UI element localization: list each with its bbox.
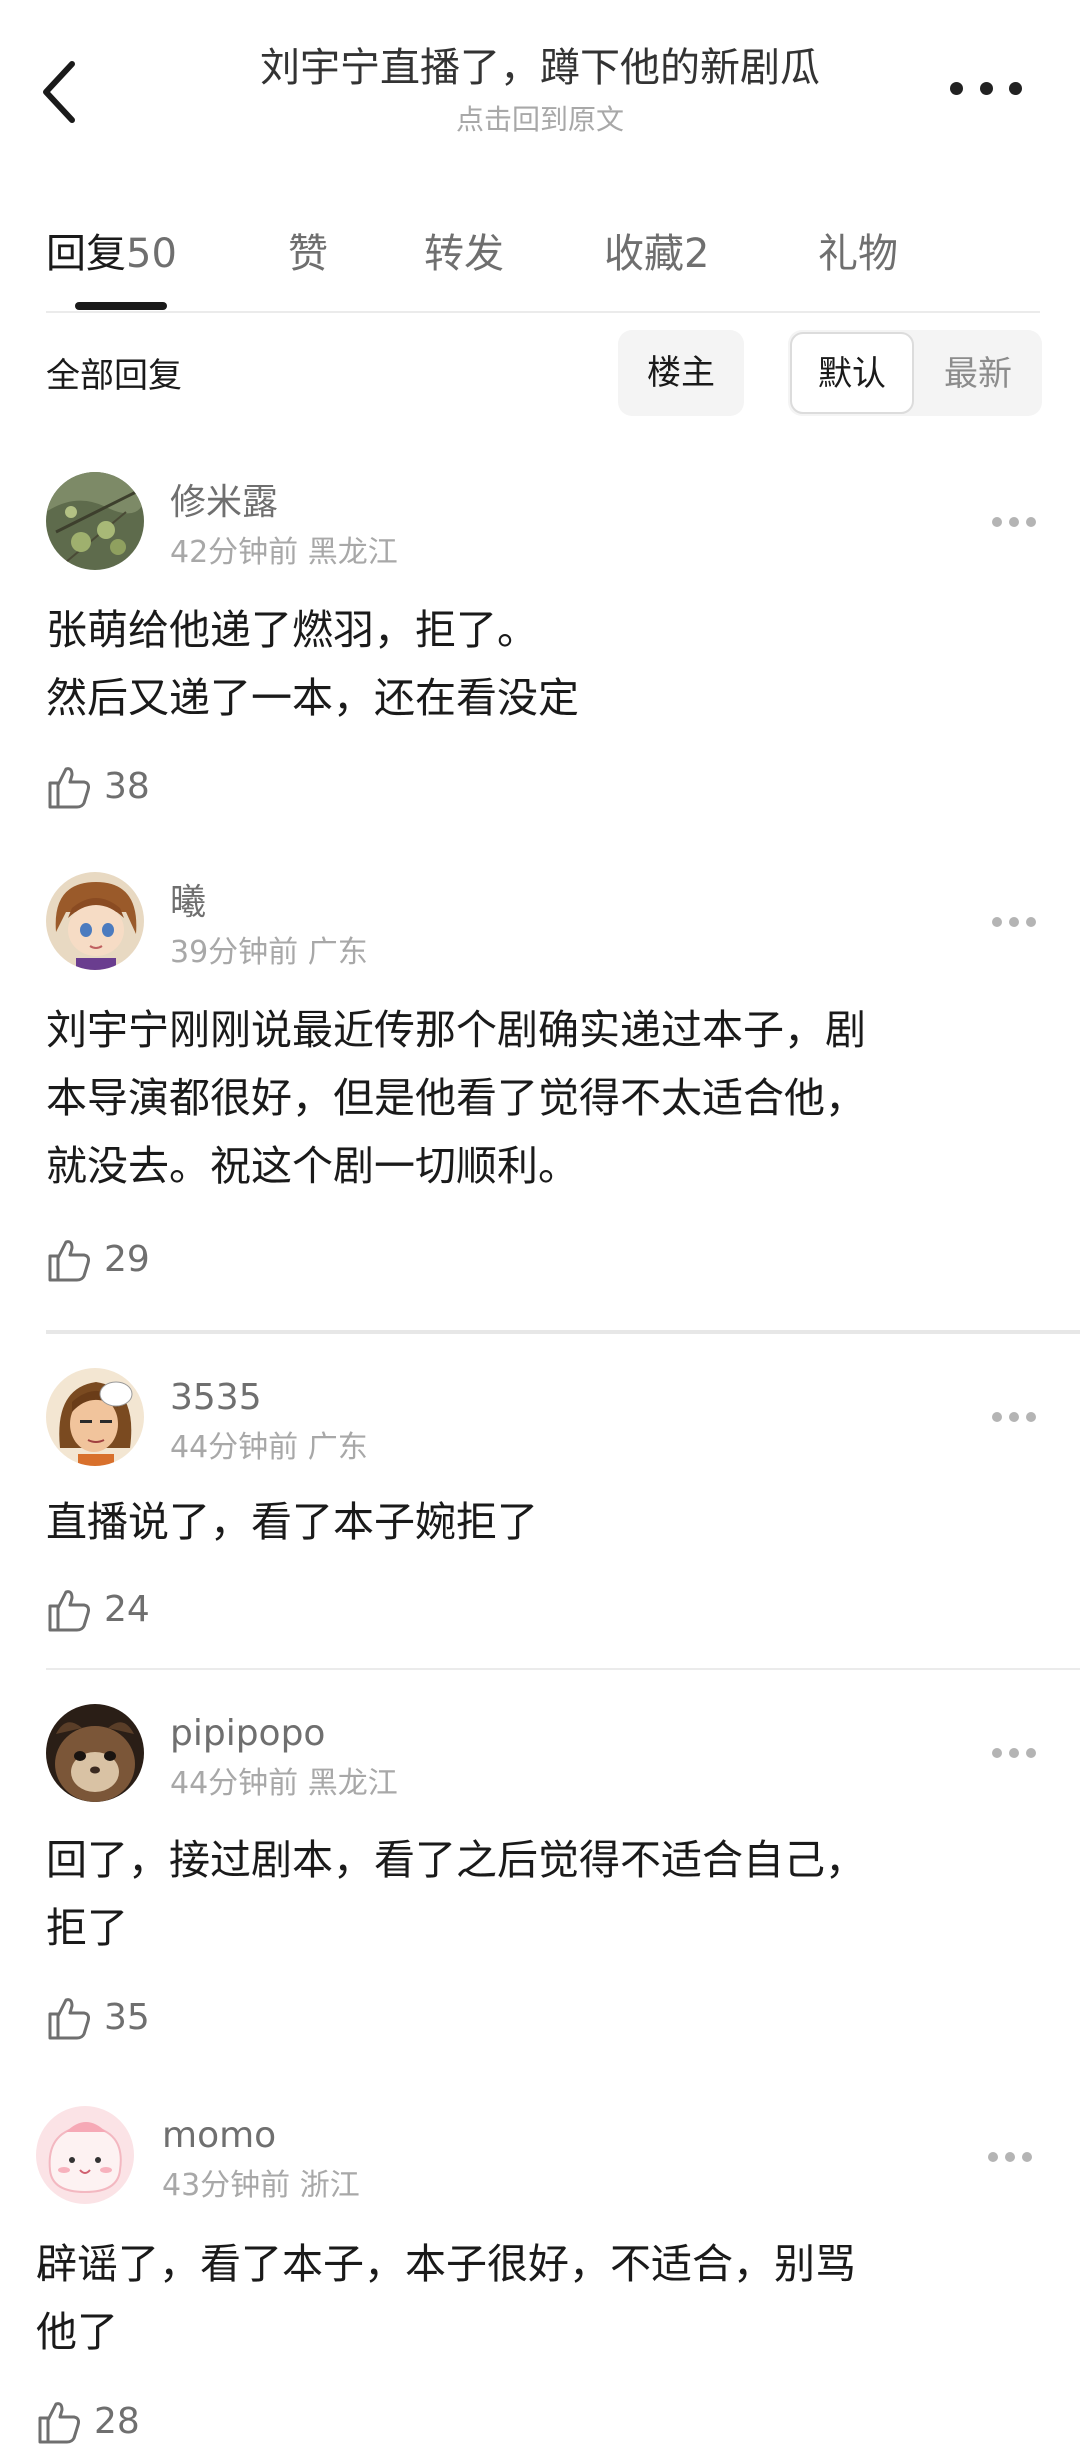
thumbs-up-icon <box>48 1998 90 2040</box>
like-button[interactable]: 35 <box>46 1988 150 2048</box>
owner-only-filter[interactable]: 楼主 <box>618 330 744 416</box>
all-replies-label: 全部回复 <box>46 356 182 396</box>
comment-line: 拒了 <box>46 1904 128 1952</box>
comment-line: 辟谣了，看了本子，本子很好，不适合，别骂 <box>36 2240 856 2288</box>
username[interactable]: 曦 <box>170 879 206 927</box>
tab-label: 赞 <box>288 231 328 277</box>
comment-text: 张萌给他递了燃羽，拒了。 然后又递了一本，还在看没定 <box>46 596 579 732</box>
tab-gifts[interactable]: 礼物 <box>818 224 898 284</box>
comment-location: 广东 <box>307 1430 368 1465</box>
comment-line: 本导演都很好，但是他看了觉得不太适合他， <box>46 1074 866 1122</box>
like-count: 28 <box>94 2401 140 2442</box>
comment-meta: 44分钟前 广东 <box>170 1428 368 1468</box>
avatar[interactable] <box>46 1704 144 1802</box>
tab-count: 50 <box>126 231 177 277</box>
like-count: 38 <box>104 766 150 807</box>
comment-time: 43分钟前 <box>162 2168 291 2203</box>
avatar[interactable] <box>46 1368 144 1466</box>
thumbs-up-icon <box>48 767 90 809</box>
comment-location: 广东 <box>307 935 368 970</box>
like-count: 29 <box>104 1239 150 1280</box>
tab-label: 回复 <box>46 231 126 277</box>
comment-time: 44分钟前 <box>170 1430 299 1465</box>
more-icon[interactable] <box>950 68 1022 108</box>
comment-line: 然后又递了一本，还在看没定 <box>46 674 579 722</box>
comment-line: 回了，接过剧本，看了之后觉得不适合自己， <box>46 1836 866 1884</box>
tab-label: 礼物 <box>818 231 898 277</box>
comment-line: 张萌给他递了燃羽，拒了。 <box>46 606 538 654</box>
top-bar: 刘宇宁直播了，蹲下他的新剧瓜 点击回到原文 <box>0 0 1080 160</box>
like-count: 35 <box>104 1997 150 2038</box>
username[interactable]: 修米露 <box>170 479 278 527</box>
back-arrow-icon[interactable] <box>38 58 84 126</box>
comment-more-icon[interactable] <box>992 1412 1036 1424</box>
active-tab-indicator <box>75 302 167 310</box>
username[interactable]: 3535 <box>170 1374 262 1422</box>
comment-meta: 43分钟前 浙江 <box>162 2166 360 2206</box>
username[interactable]: pipipopo <box>170 1710 325 1758</box>
comment-meta: 42分钟前 黑龙江 <box>170 533 398 573</box>
like-button[interactable]: 38 <box>46 757 150 817</box>
comment-time: 39分钟前 <box>170 935 299 970</box>
avatar[interactable] <box>36 2106 134 2204</box>
like-button[interactable]: 28 <box>36 2392 140 2452</box>
comment-location: 浙江 <box>299 2168 360 2203</box>
tab-replies[interactable]: 回复50 <box>46 224 177 284</box>
like-button[interactable]: 24 <box>46 1580 150 1640</box>
tab-label: 收藏 <box>604 231 684 277</box>
sort-default-button[interactable]: 默认 <box>790 332 914 414</box>
tab-favorites[interactable]: 收藏2 <box>604 224 709 284</box>
thumbs-up-icon <box>48 1240 90 1282</box>
comment-meta: 44分钟前 黑龙江 <box>170 1764 398 1804</box>
like-count: 24 <box>104 1589 150 1630</box>
tab-divider <box>46 311 1040 313</box>
comment-more-icon[interactable] <box>992 517 1036 529</box>
comment-location: 黑龙江 <box>307 1766 398 1801</box>
tab-count: 2 <box>684 231 710 277</box>
tab-bar: 回复50 赞 转发 收藏2 礼物 <box>0 190 1080 310</box>
comment-text: 回了，接过剧本，看了之后觉得不适合自己， 拒了 <box>46 1826 866 1962</box>
comment-line: 他了 <box>36 2308 118 2356</box>
tab-likes[interactable]: 赞 <box>288 224 328 284</box>
comment-meta: 39分钟前 广东 <box>170 933 368 973</box>
like-button[interactable]: 29 <box>46 1230 150 1290</box>
comment-text: 刘宇宁刚刚说最近传那个剧确实递过本子，剧 本导演都很好，但是他看了觉得不太适合他… <box>46 996 866 1200</box>
thumbs-up-icon <box>48 1590 90 1632</box>
tab-reposts[interactable]: 转发 <box>424 224 504 284</box>
page-title: 刘宇宁直播了，蹲下他的新剧瓜 <box>260 45 820 91</box>
comment-more-icon[interactable] <box>992 1748 1036 1760</box>
comment-line: 就没去。祝这个剧一切顺利。 <box>46 1142 579 1190</box>
comment-text: 直播说了，看了本子婉拒了 <box>46 1488 538 1556</box>
back-to-original-link[interactable]: 点击回到原文 <box>150 100 930 140</box>
avatar[interactable] <box>46 872 144 970</box>
comment-time: 42分钟前 <box>170 535 299 570</box>
comment-line: 直播说了，看了本子婉拒了 <box>46 1498 538 1546</box>
section-divider <box>46 1330 1080 1334</box>
comment-more-icon[interactable] <box>992 917 1036 929</box>
comment-text: 辟谣了，看了本子，本子很好，不适合，别骂 他了 <box>36 2230 856 2366</box>
comment-time: 44分钟前 <box>170 1766 299 1801</box>
avatar[interactable] <box>46 472 144 570</box>
comment-divider <box>46 1668 1080 1670</box>
thumbs-up-icon <box>38 2402 80 2444</box>
username[interactable]: momo <box>162 2112 276 2160</box>
comment-line: 刘宇宁刚刚说最近传那个剧确实递过本子，剧 <box>46 1006 866 1054</box>
tab-label: 转发 <box>424 231 504 277</box>
comment-location: 黑龙江 <box>307 535 398 570</box>
sort-latest-button[interactable]: 最新 <box>916 332 1040 414</box>
comment-more-icon[interactable] <box>988 2152 1032 2164</box>
